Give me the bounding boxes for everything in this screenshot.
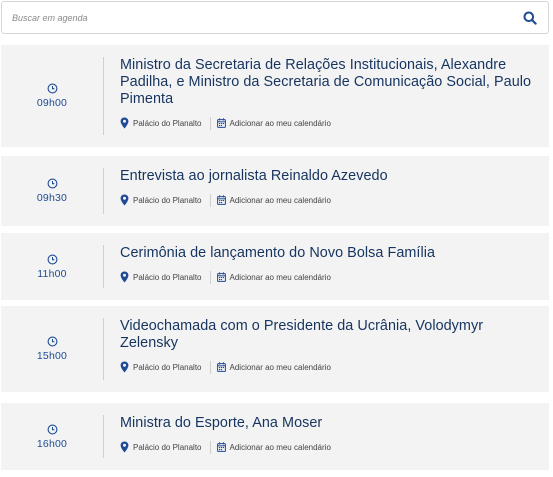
agenda-list: 09h00 Ministro da Secretaria de Relações… (1, 45, 549, 477)
map-pin-icon (120, 441, 129, 453)
map-pin-icon (120, 117, 129, 129)
calendar-icon (216, 272, 226, 282)
map-pin-icon (120, 194, 129, 206)
divider (103, 57, 104, 135)
calendar-icon (216, 442, 226, 452)
meta-separator (209, 360, 211, 374)
event-title-link[interactable]: Ministra do Esporte, Ana Moser (120, 415, 535, 432)
divider (103, 245, 104, 288)
add-to-calendar-link[interactable]: Adicionar ao meu calendário (216, 362, 331, 372)
calendar-icon (216, 362, 226, 372)
clock-icon (47, 178, 57, 189)
agenda-item: 15h00 Videochamada com o Presidente da U… (1, 306, 549, 392)
calendar-label: Adicionar ao meu calendário (229, 362, 331, 372)
location-label: Palácio do Planalto (133, 442, 202, 452)
clock-icon (47, 83, 57, 94)
search-button[interactable] (520, 8, 540, 28)
event-time: 09h00 (1, 45, 103, 147)
meta-separator (209, 193, 211, 207)
event-time: 16h00 (1, 403, 103, 470)
calendar-label: Adicionar ao meu calendário (229, 442, 331, 452)
time-label: 09h30 (36, 192, 68, 204)
location-label: Palácio do Planalto (133, 272, 202, 282)
map-pin-icon (120, 361, 129, 373)
location-label: Palácio do Planalto (133, 118, 202, 128)
agenda-item: 09h00 Ministro da Secretaria de Relações… (1, 45, 549, 147)
clock-icon (47, 336, 57, 347)
map-pin-icon (120, 271, 129, 283)
event-time: 09h30 (1, 156, 103, 226)
event-location: Palácio do Planalto (120, 361, 202, 373)
add-to-calendar-link[interactable]: Adicionar ao meu calendário (216, 118, 331, 128)
event-time: 11h00 (1, 233, 103, 300)
calendar-label: Adicionar ao meu calendário (229, 272, 331, 282)
event-location: Palácio do Planalto (120, 117, 202, 129)
divider (103, 168, 104, 214)
event-meta: Palácio do Planalto Adicionar ao meu cal… (120, 360, 535, 374)
divider (103, 415, 104, 458)
event-location: Palácio do Planalto (120, 194, 202, 206)
calendar-icon (216, 118, 226, 128)
clock-icon (47, 424, 57, 434)
event-location: Palácio do Planalto (120, 271, 202, 283)
location-label: Palácio do Planalto (133, 195, 202, 205)
meta-separator (209, 116, 211, 130)
time-label: 16h00 (36, 437, 68, 450)
agenda-item: 11h00 Cerimônia de lançamento do Novo Bo… (1, 233, 549, 300)
event-meta: Palácio do Planalto Adicionar ao meu cal… (120, 270, 535, 284)
event-meta: Palácio do Planalto Adicionar ao meu cal… (120, 193, 535, 207)
add-to-calendar-link[interactable]: Adicionar ao meu calendário (216, 272, 331, 282)
divider (103, 318, 104, 380)
meta-separator (209, 440, 211, 454)
event-title-link[interactable]: Entrevista ao jornalista Reinaldo Azeved… (120, 168, 535, 185)
event-time: 15h00 (1, 306, 103, 392)
search-icon (523, 11, 537, 25)
event-location: Palácio do Planalto (120, 441, 202, 453)
add-to-calendar-link[interactable]: Adicionar ao meu calendário (216, 195, 331, 205)
event-meta: Palácio do Planalto Adicionar ao meu cal… (120, 116, 535, 130)
calendar-icon (216, 195, 226, 205)
event-title-link[interactable]: Ministro da Secretaria de Relações Insti… (120, 57, 535, 108)
agenda-item: 09h30 Entrevista ao jornalista Reinaldo … (1, 156, 549, 226)
event-title-link[interactable]: Cerimônia de lançamento do Novo Bolsa Fa… (120, 245, 535, 262)
search-box (1, 1, 549, 34)
search-input[interactable] (12, 2, 512, 33)
event-meta: Palácio do Planalto Adicionar ao meu cal… (120, 440, 535, 454)
time-label: 15h00 (36, 350, 68, 362)
add-to-calendar-link[interactable]: Adicionar ao meu calendário (216, 442, 331, 452)
meta-separator (209, 270, 211, 284)
location-label: Palácio do Planalto (133, 362, 202, 372)
time-label: 09h00 (36, 97, 68, 109)
clock-icon (47, 254, 57, 264)
time-label: 11h00 (37, 267, 67, 280)
agenda-item: 16h00 Ministra do Esporte, Ana Moser Pal… (1, 403, 549, 470)
calendar-label: Adicionar ao meu calendário (229, 195, 331, 205)
event-title-link[interactable]: Videochamada com o Presidente da Ucrânia… (120, 318, 535, 352)
calendar-label: Adicionar ao meu calendário (229, 118, 331, 128)
